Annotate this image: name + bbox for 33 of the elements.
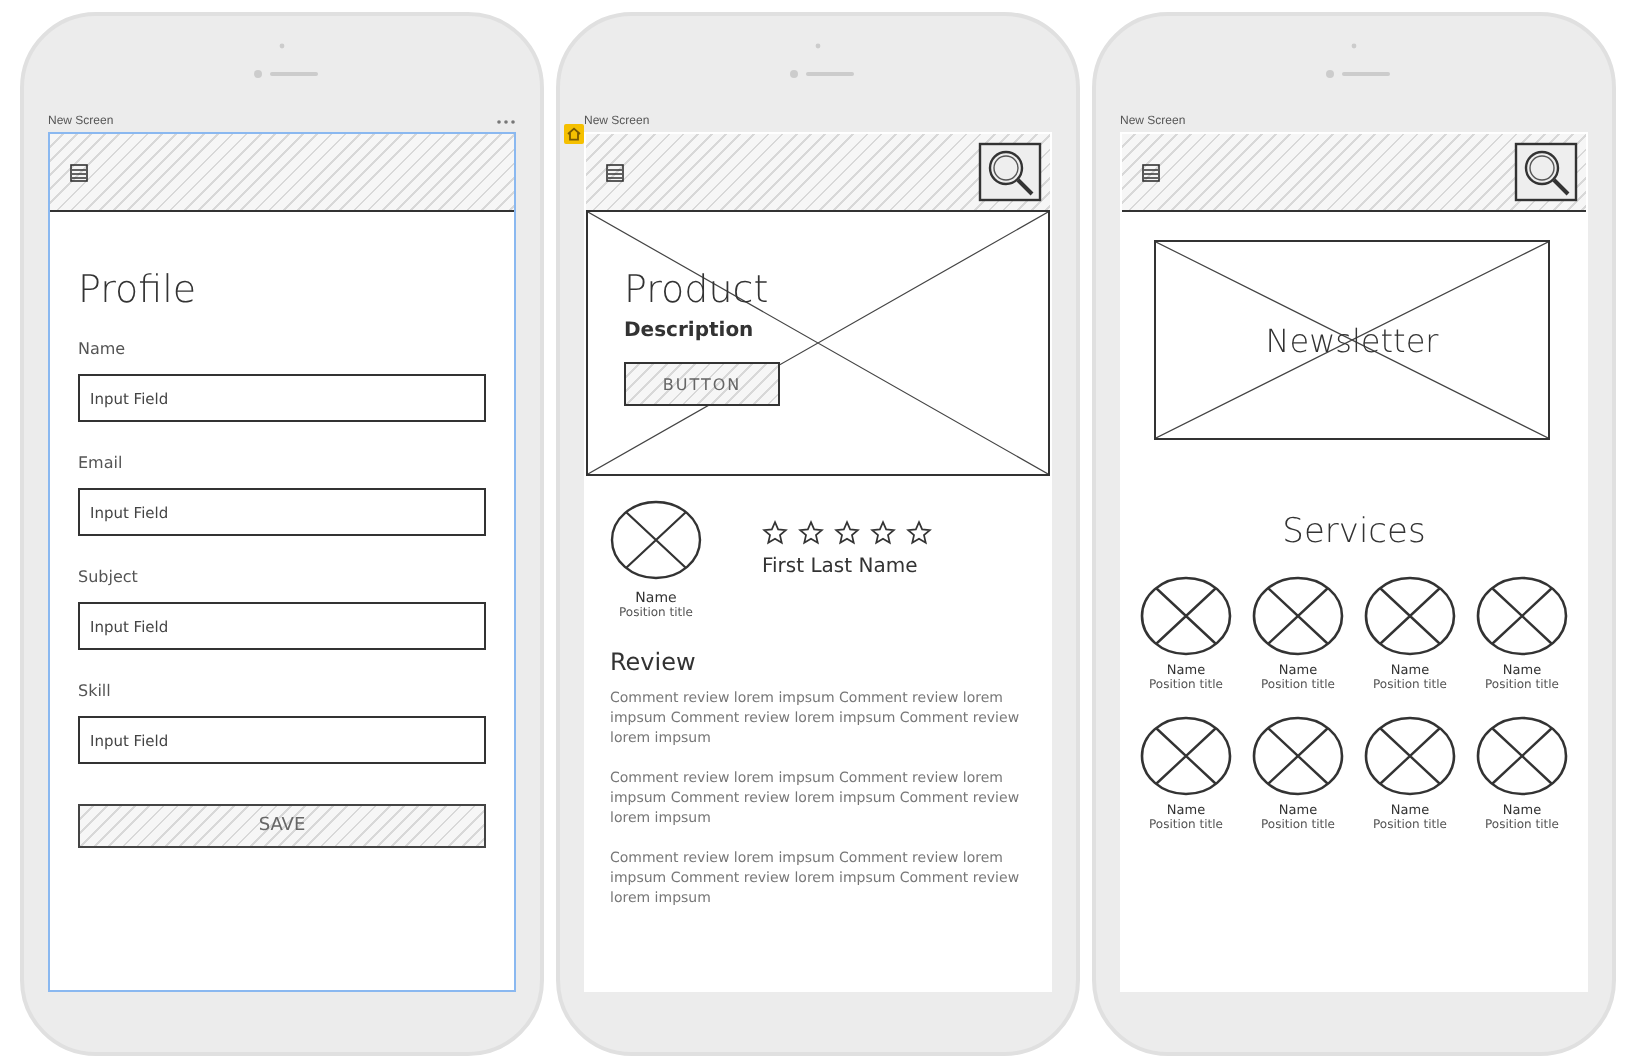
avatar-icon [1476,576,1568,656]
avatar-icon [1252,576,1344,656]
field-label: Skill [78,682,113,700]
section-title: Review [610,648,698,676]
hero-subtitle: Description [624,320,754,342]
avatar-icon [1476,716,1568,796]
avatar-icon [1140,716,1232,796]
more-icon[interactable] [496,118,516,126]
avatar-icon [1364,716,1456,796]
star-icon [762,520,788,546]
menu-icon[interactable] [70,163,88,181]
menu-icon[interactable] [1142,163,1160,181]
star-icon [798,520,824,546]
avatar-icon [1252,716,1344,796]
star-icon [906,520,932,546]
hero-button[interactable]: BUTTON [624,362,780,406]
home-icon[interactable] [564,124,584,144]
field-label: Subject [78,568,140,586]
menu-icon[interactable] [606,163,624,181]
reviewer-name: First Last Name [762,556,920,578]
section-title: Services [1280,512,1428,552]
star-icon [834,520,860,546]
star-icon [870,520,896,546]
avatar-icon [1364,576,1456,656]
save-button[interactable]: SAVE [78,804,486,848]
search-icon[interactable] [1514,142,1578,202]
field-label: Name [78,340,128,358]
field-label: Email [78,454,125,472]
search-icon[interactable] [978,142,1042,202]
page-title: Profile [78,268,199,312]
avatar-icon [610,500,702,580]
avatar-icon [1140,576,1232,656]
screen[interactable] [584,132,1052,992]
